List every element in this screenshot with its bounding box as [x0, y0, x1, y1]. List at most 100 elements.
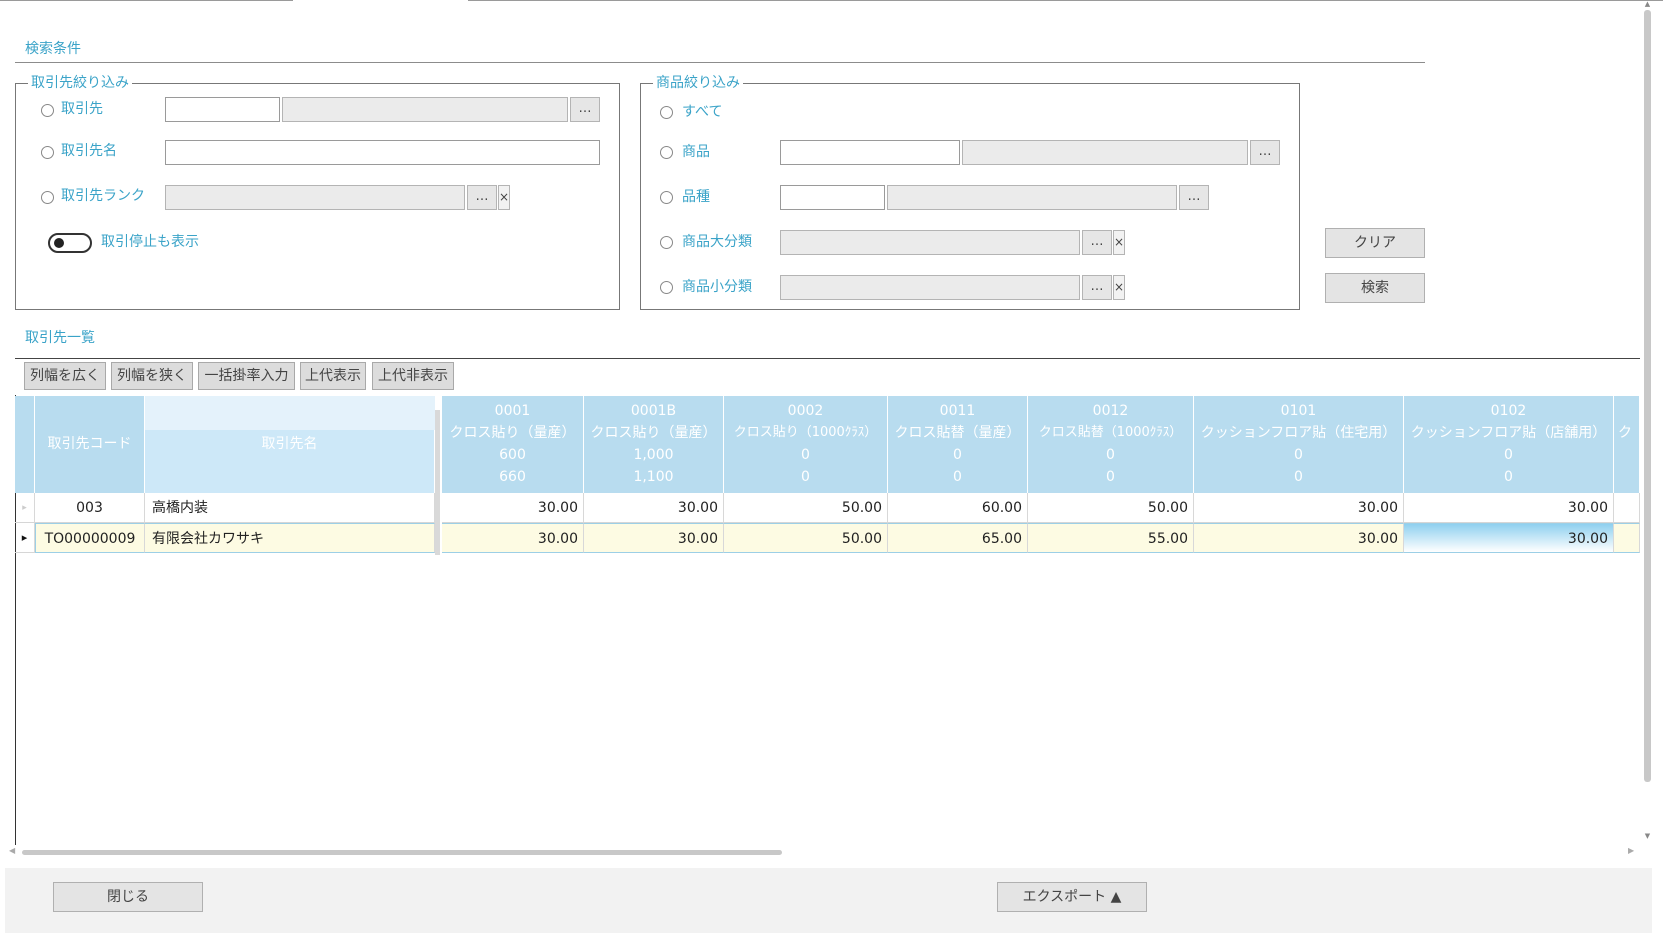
footer-bar	[5, 868, 1652, 933]
minor-category-clear-button[interactable]: ×	[1113, 275, 1125, 300]
variety-option-label: 品種	[682, 189, 710, 205]
product-name: クロス貼り（量産）	[449, 425, 576, 441]
col-header-product[interactable]: 0101 クッションフロア貼（住宅用） 0 0	[1194, 396, 1404, 493]
partner-list-title: 取引先一覧	[25, 330, 95, 346]
partner-code-input[interactable]	[165, 97, 280, 122]
cell-partner-code[interactable]: TO00000009	[35, 523, 145, 553]
product-value-2: 0	[801, 469, 810, 485]
row-indicator-current[interactable]: ▸	[15, 523, 35, 553]
scroll-down-arrow-icon[interactable]: ▼	[1643, 832, 1652, 842]
radio-all[interactable]	[660, 106, 673, 119]
product-lookup-button[interactable]: …	[1250, 140, 1280, 165]
scroll-left-arrow-icon[interactable]: ◀	[9, 846, 19, 856]
cell-rate-partial[interactable]	[1614, 493, 1640, 523]
partner-name-input[interactable]	[165, 140, 600, 165]
cell-rate[interactable]: 60.00	[888, 493, 1028, 523]
cell-partner-code[interactable]: 003	[35, 493, 145, 523]
close-button[interactable]: 閉じる	[53, 882, 203, 912]
export-button[interactable]: エクスポート ▲	[997, 882, 1147, 912]
scroll-up-arrow-icon[interactable]: ▲	[1643, 0, 1652, 10]
product-value-2: 1,100	[633, 469, 674, 485]
search-button[interactable]: 検索	[1325, 273, 1425, 303]
frozen-column-splitter[interactable]	[435, 410, 440, 555]
product-code: 0102	[1490, 403, 1527, 419]
major-category-clear-button[interactable]: ×	[1113, 230, 1125, 255]
show-suspended-toggle[interactable]	[48, 233, 92, 253]
clear-button[interactable]: クリア	[1325, 228, 1425, 258]
variety-lookup-button[interactable]: …	[1179, 185, 1209, 210]
col-header-partner-code[interactable]: 取引先コード	[35, 396, 145, 493]
row-indicator[interactable]: ▸	[15, 493, 35, 523]
partner-lookup-button[interactable]: …	[570, 97, 600, 122]
product-code: 0011	[939, 403, 976, 419]
radio-partner-name[interactable]	[41, 146, 54, 159]
product-code: 0002	[787, 403, 824, 419]
variety-name-display	[887, 185, 1177, 210]
radio-partner-rank[interactable]	[41, 191, 54, 204]
cell-rate[interactable]: 50.00	[1028, 493, 1194, 523]
cell-rate[interactable]: 65.00	[888, 523, 1028, 553]
cell-rate[interactable]: 30.00	[442, 523, 584, 553]
cell-rate-focused[interactable]: 30.00	[1404, 523, 1614, 553]
show-upper-price-button[interactable]: 上代表示	[300, 362, 366, 390]
product-name: クロス貼り（1000ｸﾗｽ）	[733, 425, 878, 440]
col-header-product[interactable]: 0102 クッションフロア貼（店舗用） 0 0	[1404, 396, 1614, 493]
all-option-label: すべて	[682, 104, 723, 120]
col-header-product-partial[interactable]: ク	[1614, 396, 1640, 493]
product-code-input[interactable]	[780, 140, 960, 165]
product-value-1: 0	[1294, 447, 1303, 463]
product-value-1: 1,000	[633, 447, 674, 463]
cell-rate[interactable]: 30.00	[1194, 493, 1404, 523]
radio-partner[interactable]	[41, 104, 54, 117]
partner-list-divider	[15, 358, 1640, 359]
minor-category-option-label: 商品小分類	[682, 279, 752, 295]
radio-major-category[interactable]	[660, 236, 673, 249]
search-conditions-divider	[15, 62, 1425, 63]
cell-rate[interactable]: 50.00	[724, 493, 888, 523]
col-header-product[interactable]: 0001 クロス貼り（量産） 600 660	[442, 396, 584, 493]
radio-variety[interactable]	[660, 191, 673, 204]
show-suspended-label: 取引停止も表示	[101, 234, 199, 250]
col-header-product[interactable]: 0012 クロス貼替（1000ｸﾗｽ） 0 0	[1028, 396, 1194, 493]
search-conditions-title: 検索条件	[25, 41, 81, 57]
cell-rate[interactable]: 50.00	[724, 523, 888, 553]
cell-rate[interactable]: 30.00	[1404, 493, 1614, 523]
product-name: クロス貼替（量産）	[894, 425, 1021, 441]
cell-rate[interactable]: 30.00	[1194, 523, 1404, 553]
hide-upper-price-button[interactable]: 上代非表示	[372, 362, 454, 390]
cell-partner-name[interactable]: 高橋内装	[145, 493, 435, 523]
major-category-lookup-button[interactable]: …	[1082, 230, 1112, 255]
product-name: クッションフロア貼（店舗用）	[1410, 425, 1607, 441]
product-code: 0001B	[630, 403, 677, 419]
partner-rank-clear-button[interactable]: ×	[498, 185, 510, 210]
minor-category-lookup-button[interactable]: …	[1082, 275, 1112, 300]
product-name: クロス貼替（1000ｸﾗｽ）	[1038, 425, 1183, 440]
scroll-right-arrow-icon[interactable]: ▶	[1628, 846, 1638, 856]
product-value-2: 0	[1106, 469, 1115, 485]
partner-rank-display	[165, 185, 465, 210]
cell-rate[interactable]: 30.00	[442, 493, 584, 523]
product-value-2: 0	[1294, 469, 1303, 485]
cell-rate-partial[interactable]	[1614, 523, 1640, 553]
window-top-border	[0, 0, 1663, 1]
radio-minor-category[interactable]	[660, 281, 673, 294]
product-value-2: 0	[953, 469, 962, 485]
narrow-columns-button[interactable]: 列幅を狭く	[111, 362, 193, 390]
bulk-rate-button[interactable]: 一括掛率入力	[198, 362, 295, 390]
cell-rate[interactable]: 55.00	[1028, 523, 1194, 553]
partner-rank-lookup-button[interactable]: …	[467, 185, 497, 210]
product-value-1: 0	[801, 447, 810, 463]
horizontal-scrollbar-thumb[interactable]	[22, 850, 782, 855]
variety-code-input[interactable]	[780, 185, 885, 210]
cell-rate[interactable]: 30.00	[584, 493, 724, 523]
col-header-product[interactable]: 0001B クロス貼り（量産） 1,000 1,100	[584, 396, 724, 493]
cell-rate[interactable]: 30.00	[584, 523, 724, 553]
partner-option-label: 取引先	[61, 101, 103, 117]
widen-columns-button[interactable]: 列幅を広く	[24, 362, 106, 390]
col-header-product[interactable]: 0002 クロス貼り（1000ｸﾗｽ） 0 0	[724, 396, 888, 493]
cell-partner-name[interactable]: 有限会社カワサキ	[145, 523, 435, 553]
vertical-scrollbar-thumb[interactable]	[1644, 10, 1651, 782]
col-header-product[interactable]: 0011 クロス貼替（量産） 0 0	[888, 396, 1028, 493]
radio-product[interactable]	[660, 146, 673, 159]
row-header-corner	[15, 396, 35, 493]
